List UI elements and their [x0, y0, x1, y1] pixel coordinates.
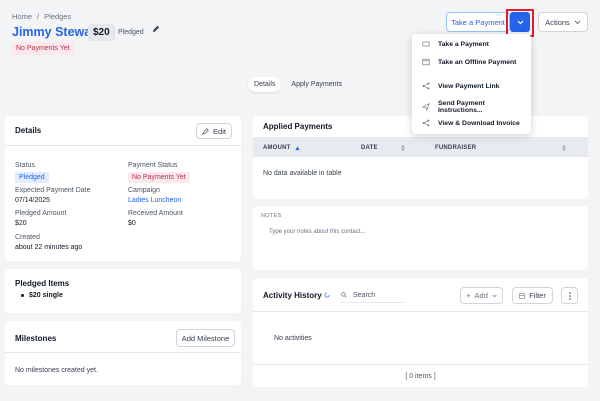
page-title: Jimmy Stewart — [12, 25, 101, 39]
activity-empty: No activities — [274, 335, 312, 342]
share-icon — [422, 119, 430, 127]
add-activity-button[interactable]: + Add — [460, 287, 503, 304]
campaign-label: Campaign — [128, 187, 160, 194]
status-value: Pledged — [15, 172, 49, 183]
divider — [253, 364, 588, 365]
search-placeholder: Search — [353, 291, 376, 299]
item-count: [ 0 items ] — [405, 373, 436, 380]
send-icon — [422, 103, 430, 111]
pledged-items-title: Pledged Items — [15, 279, 70, 288]
filter-button[interactable]: Filter — [512, 287, 553, 304]
details-title: Details — [15, 126, 42, 135]
actions-label: Actions — [545, 17, 570, 27]
window-icon — [422, 58, 430, 66]
divider — [253, 311, 588, 312]
column-amount-label: AMOUNT — [263, 145, 291, 151]
campaign-link[interactable]: Ladies Luncheon — [128, 197, 181, 204]
pledged-amount-label: Pledged Amount — [15, 210, 67, 217]
menu-item-view-invoice[interactable]: View & Download Invoice — [422, 119, 520, 127]
column-date[interactable]: DATE — [361, 145, 378, 151]
filter-icon — [519, 292, 525, 299]
menu-item-send-instructions[interactable]: Send Payment Instructions... — [422, 100, 531, 114]
menu-item-label: Take a Payment — [438, 40, 489, 48]
table-empty-message: No data available in table — [263, 170, 342, 177]
status-label: Status — [15, 162, 35, 169]
pencil-icon — [202, 127, 209, 135]
add-milestone-button[interactable]: Add Milestone — [176, 329, 235, 347]
filter-label: Filter — [529, 291, 546, 300]
pledged-items-card: Pledged Items $20 single — [5, 269, 241, 313]
search-input[interactable]: Search — [341, 288, 405, 303]
created-value: about 22 minutes ago — [15, 244, 83, 251]
take-payment-label: Take a Payment — [451, 17, 505, 27]
milestones-title: Milestones — [15, 334, 57, 343]
breadcrumb-current[interactable]: Pledges — [44, 12, 71, 21]
refresh-icon[interactable] — [324, 292, 330, 298]
add-milestone-label: Add Milestone — [181, 333, 230, 343]
details-card: Details Edit Status Pledged Payment Stat… — [5, 116, 241, 261]
pledged-label: Pledged — [118, 29, 144, 36]
menu-item-label: View & Download Invoice — [438, 119, 520, 127]
payment-dropdown-menu: Take a Payment Take an Offline Payment V… — [412, 34, 531, 134]
divider — [5, 145, 241, 146]
column-fundraiser[interactable]: FUNDRAISER — [435, 145, 476, 151]
menu-item-label: Send Payment Instructions... — [438, 100, 485, 114]
amount-badge: $20 — [88, 24, 115, 41]
take-payment-button[interactable]: Take a Payment — [446, 12, 510, 32]
search-icon — [341, 292, 347, 298]
applied-payments-title: Applied Payments — [263, 122, 333, 131]
expected-date-value: 07/14/2025 — [15, 197, 51, 204]
list-item: $20 single — [21, 292, 63, 299]
edit-label: Edit — [213, 126, 226, 136]
expected-date-label: Expected Payment Date — [15, 187, 91, 194]
pledged-item-text: $20 single — [29, 292, 63, 299]
table-header: AMOUNT DATE FUNDRAISER — [253, 137, 588, 157]
breadcrumb: Home / Pledges — [12, 12, 71, 21]
notes-input[interactable]: Type your notes about this contact... — [269, 229, 365, 235]
breadcrumb-home[interactable]: Home — [12, 12, 32, 21]
created-label: Created — [15, 234, 40, 241]
menu-item-offline-payment[interactable]: Take an Offline Payment — [422, 58, 516, 66]
highlight-box — [506, 9, 534, 37]
tab-apply-payments[interactable]: Apply Payments — [285, 77, 348, 92]
menu-item-take-payment[interactable]: Take a Payment — [422, 40, 489, 48]
pencil-icon[interactable] — [151, 24, 161, 34]
milestones-empty: No milestones created yet. — [15, 367, 98, 374]
sort-icon[interactable] — [401, 145, 405, 151]
actions-button[interactable]: Actions — [538, 12, 588, 32]
add-label: Add — [474, 291, 488, 300]
breadcrumb-separator: / — [37, 12, 40, 21]
plus-icon: + — [466, 291, 471, 300]
received-amount-value: $0 — [128, 220, 136, 227]
milestones-card: Milestones Add Milestone No milestones c… — [5, 321, 241, 385]
menu-item-label: Take an Offline Payment — [438, 58, 517, 66]
vertical-dots-icon — [568, 291, 571, 300]
menu-item-label: View Payment Link — [438, 82, 500, 90]
received-amount-label: Received Amount — [128, 210, 183, 217]
notes-label: NOTES — [261, 213, 282, 219]
sort-asc-icon — [294, 145, 300, 151]
bullet-icon — [21, 294, 24, 297]
more-options-button[interactable] — [561, 287, 578, 304]
card-icon — [422, 40, 430, 48]
activity-title: Activity History — [263, 291, 322, 300]
tab-details[interactable]: Details — [248, 77, 282, 92]
tab-bar: Details Apply Payments — [248, 77, 348, 92]
notes-card: NOTES Type your notes about this contact… — [253, 206, 588, 270]
sort-icon[interactable] — [562, 145, 566, 151]
status-badge: No Payments Yet — [12, 42, 74, 55]
menu-item-view-payment-link[interactable]: View Payment Link — [422, 82, 499, 90]
activity-history-card: Activity History Search + Add Filter No … — [253, 278, 588, 387]
pledged-amount-value: $20 — [15, 220, 27, 227]
chevron-down-icon — [492, 294, 497, 298]
payment-status-label: Payment Status — [128, 162, 178, 169]
edit-button[interactable]: Edit — [196, 123, 232, 139]
chevron-down-icon — [574, 20, 581, 25]
column-amount[interactable]: AMOUNT — [263, 145, 300, 151]
link-icon — [422, 82, 430, 90]
payment-status-value: No Payments Yet — [128, 172, 190, 183]
divider — [5, 352, 241, 353]
